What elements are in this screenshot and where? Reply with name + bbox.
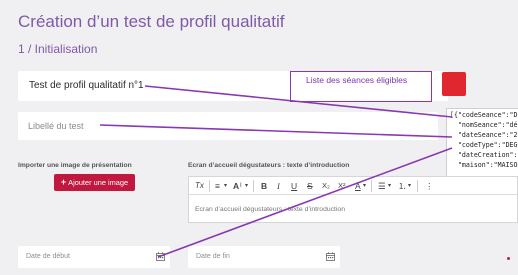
json-line: "dateSeance":"20 xyxy=(450,131,518,139)
json-line: "maison":"MAISON xyxy=(450,161,518,169)
json-line: "codeType":"DEGU xyxy=(450,141,518,149)
welcome-editor: Tx ≡ ▾ A I ▾ B I U S X₂ X² A ▾ ☰ ▾ ⒈ ▾ ⋮… xyxy=(188,176,518,223)
welcome-editor-label: Ecran d’accueil dégustateurs : texte d’i… xyxy=(188,162,350,169)
font-size-icon[interactable]: A xyxy=(233,180,239,192)
annotation-box: Liste des séances éligibles xyxy=(290,71,432,102)
toolbar-separator xyxy=(209,180,210,192)
clear-format-icon[interactable]: Tx xyxy=(195,180,204,192)
editor-toolbar: Tx ≡ ▾ A I ▾ B I U S X₂ X² A ▾ ☰ ▾ ⒈ ▾ ⋮ xyxy=(189,177,517,195)
superscript-icon[interactable]: X² xyxy=(338,180,346,192)
italic-icon[interactable]: I xyxy=(277,180,280,192)
font-size-size-icon: I xyxy=(240,183,242,189)
welcome-editor-content[interactable]: Ecran d’accueil dégustateurs : texte d’i… xyxy=(195,206,345,213)
page-title: Création d’un test de profil qualitatif xyxy=(18,12,285,31)
calendar-icon[interactable] xyxy=(326,252,335,261)
align-icon[interactable]: ≡ xyxy=(215,180,220,192)
decorative-dot xyxy=(507,257,510,260)
json-line: [{"codeSeance":"D xyxy=(450,111,518,119)
ordered-list-icon[interactable]: ⒈ xyxy=(398,180,407,192)
presentation-image-label: Importer une image de présentation xyxy=(18,162,132,169)
start-date-field[interactable]: Date de début xyxy=(18,246,170,268)
add-image-button-label: Ajouter une image xyxy=(68,178,129,187)
toolbar-separator xyxy=(253,180,254,192)
chevron-down-icon[interactable]: ▾ xyxy=(224,180,227,192)
underline-icon[interactable]: U xyxy=(291,180,297,192)
chevron-down-icon[interactable]: ▾ xyxy=(408,180,411,192)
add-image-button[interactable]: + Ajouter une image xyxy=(54,174,135,191)
end-date-placeholder: Date de fin xyxy=(196,253,230,260)
color-swatch[interactable] xyxy=(442,72,466,96)
plus-icon: + xyxy=(60,177,67,187)
bullet-list-icon[interactable]: ☰ xyxy=(378,180,386,192)
strikethrough-icon[interactable]: S xyxy=(307,180,313,192)
subscript-icon[interactable]: X₂ xyxy=(322,180,330,192)
end-date-field[interactable]: Date de fin xyxy=(188,246,340,268)
step-indicator: 1 / Initialisation xyxy=(18,42,98,56)
libelle-placeholder: Libellé du test xyxy=(28,121,84,131)
more-options-icon[interactable]: ⋮ xyxy=(425,180,434,192)
toolbar-separator xyxy=(371,180,372,192)
start-date-placeholder: Date de début xyxy=(26,253,70,260)
toolbar-separator xyxy=(417,180,418,192)
chevron-down-icon[interactable]: ▾ xyxy=(245,180,248,192)
annotation-label: Liste des séances éligibles xyxy=(306,75,408,85)
test-name-value: Test de profil qualitatif n°1 xyxy=(29,80,144,91)
text-color-icon[interactable]: A xyxy=(355,180,361,192)
chevron-down-icon[interactable]: ▾ xyxy=(363,180,366,192)
json-line: "nomSeance":"dég xyxy=(450,121,518,129)
json-line: "dateCreation":" xyxy=(450,151,518,159)
chevron-down-icon[interactable]: ▾ xyxy=(388,180,391,192)
bold-icon[interactable]: B xyxy=(261,180,267,192)
calendar-icon[interactable] xyxy=(156,252,165,261)
libelle-field[interactable]: Libellé du test xyxy=(18,112,438,140)
page: Création d’un test de profil qualitatif … xyxy=(0,0,518,275)
